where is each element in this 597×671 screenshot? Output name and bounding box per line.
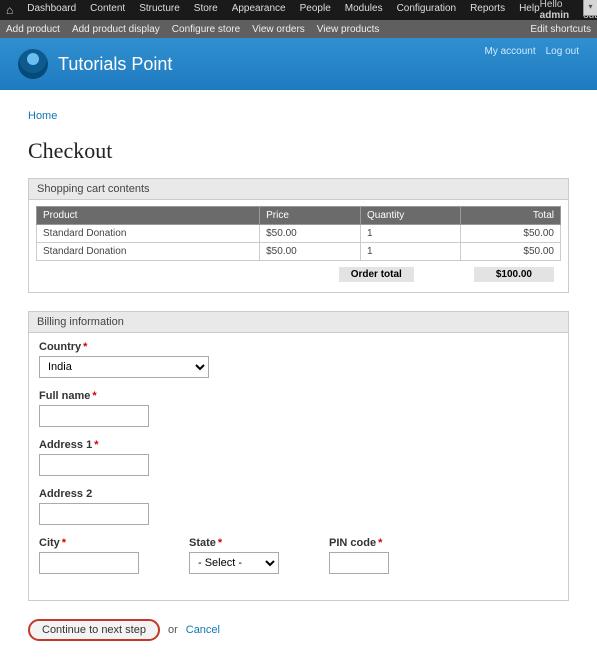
admin-menu-modules[interactable]: Modules bbox=[345, 3, 383, 17]
page-content: Home Checkout Shopping cart contents Pro… bbox=[0, 90, 597, 671]
drupal-logo-icon bbox=[18, 49, 48, 79]
shortcut-view-products[interactable]: View products bbox=[317, 24, 380, 35]
order-total-row: Order total $100.00 bbox=[29, 263, 568, 284]
country-label: Country* bbox=[39, 341, 558, 353]
header-user-links: My account Log out bbox=[484, 46, 579, 57]
address2-input[interactable] bbox=[39, 503, 149, 525]
state-select[interactable]: - Select - bbox=[189, 552, 279, 574]
col-quantity: Quantity bbox=[361, 207, 461, 225]
cell-qty: 1 bbox=[361, 243, 461, 261]
cancel-link[interactable]: Cancel bbox=[186, 624, 220, 636]
fullname-field: Full name* bbox=[39, 390, 558, 427]
country-select[interactable]: India bbox=[39, 356, 209, 378]
admin-menu-store[interactable]: Store bbox=[194, 3, 218, 17]
col-price: Price bbox=[260, 207, 361, 225]
my-account-link[interactable]: My account bbox=[484, 46, 535, 57]
chevron-down-icon[interactable]: ▾ bbox=[583, 0, 597, 16]
continue-button[interactable]: Continue to next step bbox=[28, 619, 160, 641]
form-actions: Continue to next step or Cancel bbox=[28, 619, 569, 641]
hello-text: Hello admin bbox=[540, 0, 569, 21]
cart-header-row: Product Price Quantity Total bbox=[37, 207, 561, 225]
billing-form: Country* India Full name* Address 1* Add… bbox=[29, 333, 568, 592]
col-product: Product bbox=[37, 207, 260, 225]
country-field: Country* India bbox=[39, 341, 558, 378]
or-separator: or bbox=[168, 624, 178, 636]
state-field: State* - Select - bbox=[189, 537, 279, 574]
admin-menu-left: ⌂ Dashboard Content Structure Store Appe… bbox=[6, 3, 540, 17]
city-state-pin-row: City* State* - Select - PIN code* bbox=[39, 537, 558, 586]
cell-price: $50.00 bbox=[260, 225, 361, 243]
cart-panel: Shopping cart contents Product Price Qua… bbox=[28, 178, 569, 293]
cart-table: Product Price Quantity Total Standard Do… bbox=[36, 206, 561, 261]
col-total: Total bbox=[461, 207, 561, 225]
cell-qty: 1 bbox=[361, 225, 461, 243]
page-title: Checkout bbox=[28, 138, 569, 164]
admin-menu-structure[interactable]: Structure bbox=[139, 3, 180, 17]
cell-product: Standard Donation bbox=[37, 225, 260, 243]
order-total-label: Order total bbox=[339, 267, 414, 282]
site-brand: Tutorials Point bbox=[18, 49, 172, 79]
shortcut-add-product[interactable]: Add product bbox=[6, 24, 60, 35]
cell-total: $50.00 bbox=[461, 243, 561, 261]
admin-menu-reports[interactable]: Reports bbox=[470, 3, 505, 17]
city-input[interactable] bbox=[39, 552, 139, 574]
breadcrumb[interactable]: Home bbox=[28, 110, 569, 122]
pin-input[interactable] bbox=[329, 552, 389, 574]
pin-field: PIN code* bbox=[329, 537, 389, 574]
order-total-value: $100.00 bbox=[474, 267, 554, 282]
table-row: Standard Donation $50.00 1 $50.00 bbox=[37, 225, 561, 243]
home-icon[interactable]: ⌂ bbox=[6, 3, 13, 17]
fullname-label: Full name* bbox=[39, 390, 558, 402]
city-field: City* bbox=[39, 537, 139, 574]
admin-menu-bar: ⌂ Dashboard Content Structure Store Appe… bbox=[0, 0, 597, 20]
billing-panel-title: Billing information bbox=[29, 312, 568, 333]
shortcut-left: Add product Add product display Configur… bbox=[6, 24, 379, 35]
shortcut-add-product-display[interactable]: Add product display bbox=[72, 24, 160, 35]
admin-menu-help[interactable]: Help bbox=[519, 3, 540, 17]
cell-product: Standard Donation bbox=[37, 243, 260, 261]
address1-input[interactable] bbox=[39, 454, 149, 476]
cart-panel-title: Shopping cart contents bbox=[29, 179, 568, 200]
header-logout-link[interactable]: Log out bbox=[546, 46, 579, 57]
admin-menu-people[interactable]: People bbox=[300, 3, 331, 17]
edit-shortcuts-link[interactable]: Edit shortcuts bbox=[530, 24, 591, 35]
address1-field: Address 1* bbox=[39, 439, 558, 476]
shortcut-configure-store[interactable]: Configure store bbox=[172, 24, 240, 35]
admin-menu-appearance[interactable]: Appearance bbox=[232, 3, 286, 17]
address1-label: Address 1* bbox=[39, 439, 558, 451]
site-name: Tutorials Point bbox=[58, 54, 172, 75]
table-row: Standard Donation $50.00 1 $50.00 bbox=[37, 243, 561, 261]
address2-label: Address 2 bbox=[39, 488, 558, 500]
cell-price: $50.00 bbox=[260, 243, 361, 261]
admin-menu-dashboard[interactable]: Dashboard bbox=[27, 3, 76, 17]
fullname-input[interactable] bbox=[39, 405, 149, 427]
cell-total: $50.00 bbox=[461, 225, 561, 243]
site-header: Tutorials Point My account Log out bbox=[0, 38, 597, 90]
shortcut-view-orders[interactable]: View orders bbox=[252, 24, 305, 35]
admin-menu-configuration[interactable]: Configuration bbox=[397, 3, 456, 17]
admin-menu-content[interactable]: Content bbox=[90, 3, 125, 17]
address2-field: Address 2 bbox=[39, 488, 558, 525]
billing-panel: Billing information Country* India Full … bbox=[28, 311, 569, 601]
shortcut-bar: Add product Add product display Configur… bbox=[0, 20, 597, 38]
